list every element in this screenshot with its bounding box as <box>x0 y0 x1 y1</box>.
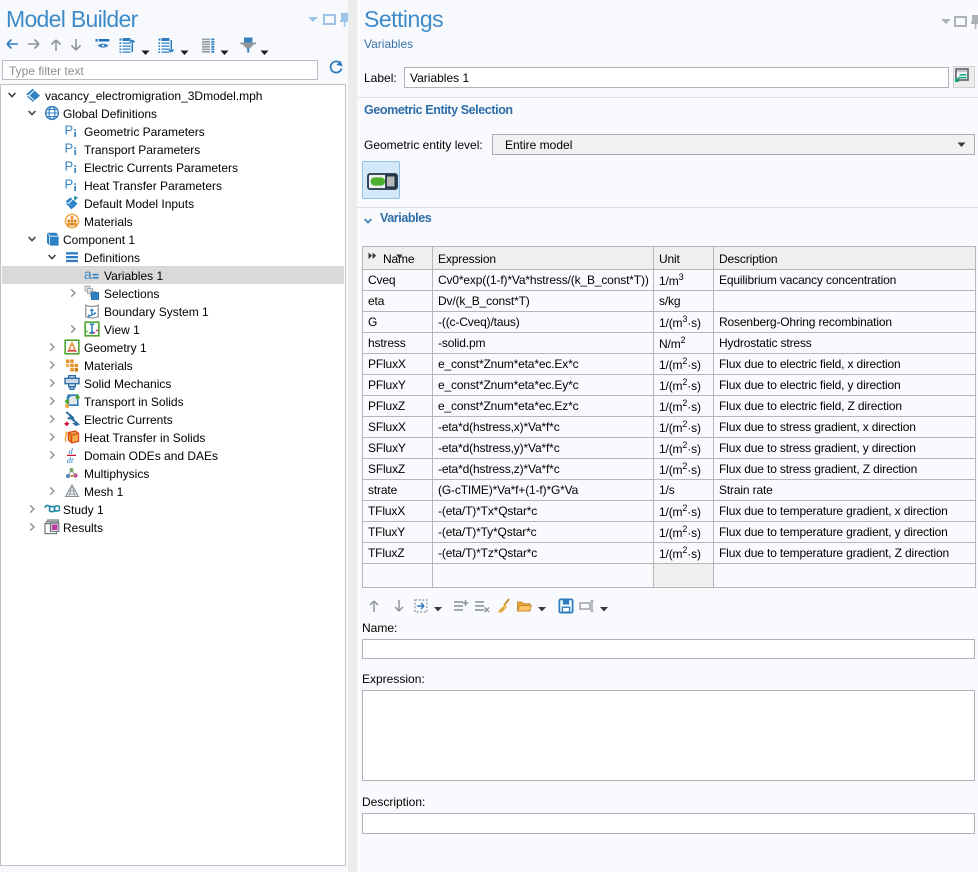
svg-text:a: a <box>84 267 92 282</box>
svg-text:P: P <box>65 123 74 138</box>
svg-text:P: P <box>65 141 74 156</box>
svg-text:P: P <box>65 177 74 192</box>
svg-text:P: P <box>65 159 74 174</box>
svg-text:dt: dt <box>67 455 74 463</box>
